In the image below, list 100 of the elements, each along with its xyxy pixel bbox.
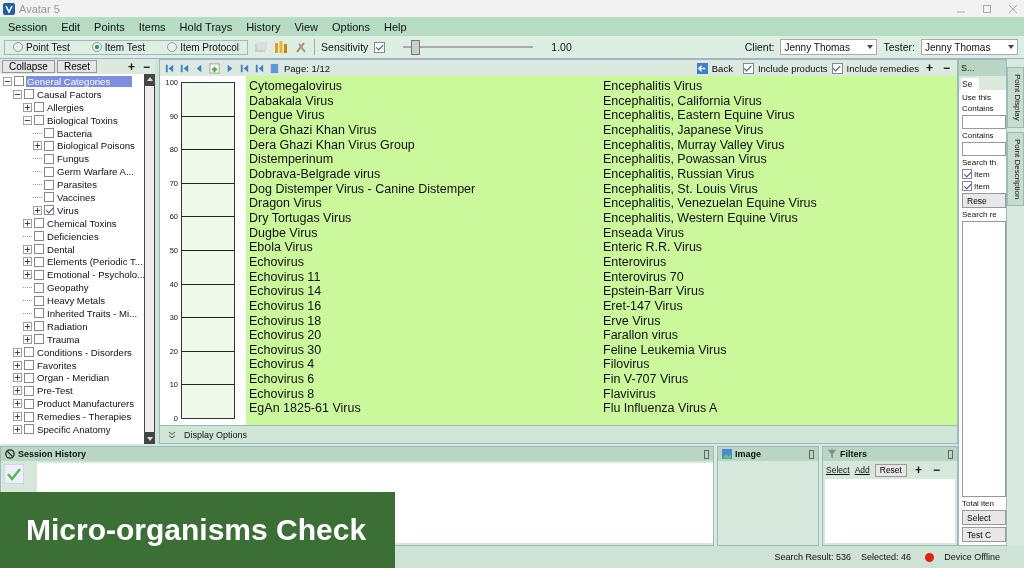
- tree-item[interactable]: Chemical Toxins: [46, 217, 118, 229]
- expand-icon[interactable]: [23, 334, 32, 344]
- tree-item[interactable]: Germ Warfare A...: [56, 166, 135, 178]
- list-item[interactable]: Encephalitis Virus: [603, 79, 957, 94]
- tree-checkbox[interactable]: [34, 308, 44, 319]
- tree-checkbox[interactable]: [24, 385, 34, 396]
- chevron-down-icon[interactable]: [168, 430, 176, 439]
- navigation-icon[interactable]: [239, 62, 250, 74]
- bars-icon[interactable]: [274, 40, 289, 54]
- menu-item[interactable]: Session: [8, 20, 48, 33]
- list-item[interactable]: Dog Distemper Virus - Canine Distemper: [249, 181, 603, 197]
- list-item[interactable]: EgAn 1825-61 Virus: [249, 401, 603, 417]
- test-button[interactable]: Test C: [962, 527, 1006, 542]
- tree-checkbox[interactable]: [34, 282, 44, 293]
- tools-icon[interactable]: [294, 40, 309, 54]
- tree-item[interactable]: Deficiencies: [46, 230, 100, 242]
- tree-item[interactable]: Pre-Test: [36, 385, 74, 397]
- collapse-icon[interactable]: [3, 76, 12, 86]
- scroll-down-icon[interactable]: [146, 437, 153, 441]
- collapse-button[interactable]: −: [930, 463, 943, 477]
- tree-item[interactable]: Biological Poisons: [56, 140, 136, 152]
- tree-checkbox[interactable]: [24, 89, 34, 100]
- list-item[interactable]: Dera Ghazi Khan Virus: [249, 122, 603, 138]
- list-item[interactable]: Echovirus 14: [249, 284, 603, 299]
- search-tab[interactable]: Se: [961, 78, 979, 90]
- navigation-icon[interactable]: [179, 62, 190, 74]
- include-remedies-checkbox[interactable]: [831, 62, 843, 74]
- tree-item[interactable]: Bacteria: [56, 127, 94, 139]
- tree-checkbox[interactable]: [14, 76, 24, 87]
- list-item[interactable]: Echovirus 8: [249, 386, 603, 402]
- list-item[interactable]: Dugbe Virus: [249, 225, 603, 241]
- tree-item[interactable]: Inherited Traits - Mi...: [46, 307, 139, 319]
- tree-checkbox[interactable]: [44, 166, 54, 177]
- tree-checkbox[interactable]: [34, 334, 44, 345]
- list-item[interactable]: Ebola Virus: [249, 240, 603, 255]
- tree-checkbox[interactable]: [44, 192, 54, 203]
- scrollbar[interactable]: [144, 74, 155, 444]
- list-item[interactable]: Distemperinum: [249, 152, 603, 167]
- tree-item[interactable]: Product Manufacturers: [36, 398, 136, 410]
- list-item[interactable]: Flu Influenza Virus A: [603, 401, 957, 417]
- expand-icon[interactable]: [33, 205, 42, 215]
- navigation-icon[interactable]: [164, 62, 175, 74]
- tree-checkbox[interactable]: [24, 347, 34, 358]
- scroll-up-icon[interactable]: [146, 77, 153, 81]
- collapse-icon[interactable]: [23, 115, 32, 125]
- search-field[interactable]: [962, 115, 1006, 129]
- tree-checkbox[interactable]: [34, 231, 44, 242]
- include-products-checkbox[interactable]: [742, 62, 754, 74]
- list-item[interactable]: Echovirus 4: [249, 357, 603, 373]
- expand-all-button[interactable]: +: [124, 59, 138, 74]
- back-button[interactable]: Back: [696, 62, 739, 74]
- list-item[interactable]: Encephalitis, Western Equine Virus: [603, 210, 957, 226]
- tree-item[interactable]: Trauma: [46, 333, 81, 345]
- expand-icon[interactable]: [13, 360, 22, 370]
- menu-item[interactable]: Help: [384, 20, 407, 33]
- list-item[interactable]: Echovirus 30: [249, 342, 603, 358]
- expand-button[interactable]: +: [922, 61, 936, 75]
- expand-icon[interactable]: [13, 347, 22, 357]
- list-item[interactable]: Echovirus 6: [249, 372, 603, 387]
- list-item[interactable]: Erve Virus: [603, 313, 957, 329]
- expand-icon[interactable]: [23, 321, 32, 331]
- tree-item[interactable]: Favorites: [36, 359, 78, 371]
- expand-icon[interactable]: [23, 244, 32, 254]
- tree-item[interactable]: Dental: [46, 243, 76, 255]
- tree-checkbox[interactable]: [44, 179, 54, 190]
- tree-item[interactable]: Parasites: [56, 179, 98, 191]
- tree-checkbox[interactable]: [44, 153, 54, 164]
- list-item[interactable]: Epstein-Barr Virus: [603, 284, 957, 299]
- tree-checkbox[interactable]: [44, 205, 54, 216]
- list-item[interactable]: Encephalitis, Japanese Virus: [603, 122, 957, 138]
- list-item[interactable]: Encephalitis, Murray Valley Virus: [603, 137, 957, 153]
- slider-thumb[interactable]: [411, 40, 421, 55]
- tree-checkbox[interactable]: [34, 256, 44, 267]
- collapse-icon[interactable]: [13, 89, 22, 99]
- select-link[interactable]: Select: [826, 465, 850, 475]
- tree-checkbox[interactable]: [24, 360, 34, 371]
- list-item[interactable]: Fin V-707 Virus: [603, 372, 957, 387]
- tree-checkbox[interactable]: [44, 140, 54, 151]
- list-item[interactable]: Encephalitis, Russian Virus: [603, 166, 957, 182]
- test-mode-radio[interactable]: Point Test: [13, 41, 70, 53]
- list-item[interactable]: Dabakala Virus: [249, 93, 603, 109]
- option-checkbox[interactable]: [962, 169, 972, 179]
- list-item[interactable]: Enteric R.R. Virus: [603, 240, 957, 255]
- list-item[interactable]: Dragon Virus: [249, 196, 603, 211]
- menu-item[interactable]: Options: [332, 20, 370, 33]
- expand-icon[interactable]: [23, 270, 32, 280]
- menu-item[interactable]: View: [294, 20, 319, 33]
- option-checkbox[interactable]: [962, 181, 972, 191]
- tree-item[interactable]: Conditions - Disorders: [36, 346, 133, 358]
- tree-checkbox[interactable]: [24, 411, 34, 422]
- tree-item[interactable]: Specific Anatomy: [36, 424, 112, 435]
- list-item[interactable]: Dobrava-Belgrade virus: [249, 166, 603, 182]
- list-item[interactable]: Dengue Virus: [249, 108, 603, 123]
- list-item[interactable]: Echovirus 20: [249, 328, 603, 343]
- tree-item[interactable]: Organ - Meridian: [36, 372, 110, 384]
- reset-button[interactable]: Rese: [962, 193, 1006, 208]
- list-item[interactable]: Echovirus 16: [249, 298, 603, 314]
- expand-icon[interactable]: [13, 425, 22, 434]
- expand-button[interactable]: +: [911, 463, 925, 477]
- test-mode-radio[interactable]: Item Test: [91, 41, 146, 53]
